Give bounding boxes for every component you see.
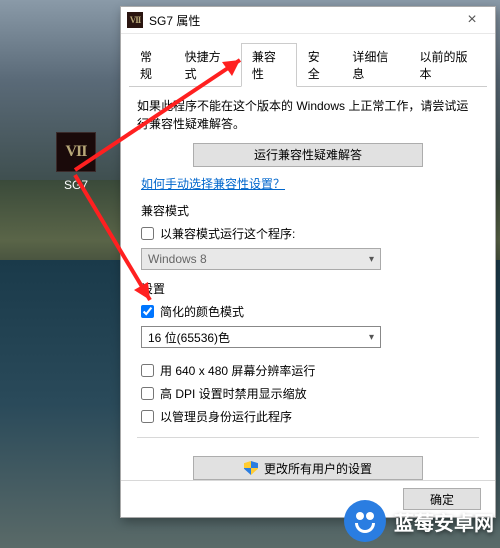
help-link[interactable]: 如何手动选择兼容性设置？: [141, 177, 285, 191]
compat-mode-checkbox-row[interactable]: 以兼容模式运行这个程序:: [141, 225, 479, 242]
run-admin-row[interactable]: 以管理员身份运行此程序: [141, 408, 479, 425]
settings-group: 设置 简化的颜色模式 16 位(65536)色 ▾ 用 640 x 480 屏幕…: [137, 280, 479, 425]
close-button[interactable]: ×: [451, 7, 493, 33]
high-dpi-checkbox[interactable]: [141, 387, 154, 400]
desktop-app-icon[interactable]: VII SG7: [46, 132, 106, 192]
chevron-down-icon: ▾: [369, 332, 374, 343]
color-mode-select[interactable]: 16 位(65536)色 ▾: [141, 326, 381, 348]
title-bar: VII SG7 属性 ×: [121, 7, 495, 34]
run-admin-checkbox[interactable]: [141, 410, 154, 423]
tab-details[interactable]: 详细信息: [341, 43, 408, 87]
run-admin-label: 以管理员身份运行此程序: [160, 408, 292, 425]
tab-general[interactable]: 常规: [129, 43, 174, 87]
compat-mode-checkbox[interactable]: [141, 227, 154, 240]
close-icon: ×: [467, 11, 476, 29]
tab-compatibility[interactable]: 兼容性: [241, 43, 297, 87]
troubleshoot-button[interactable]: 运行兼容性疑难解答: [193, 143, 423, 167]
change-all-users-button[interactable]: 更改所有用户的设置: [193, 456, 423, 480]
compat-mode-select[interactable]: Windows 8 ▾: [141, 248, 381, 270]
tab-security[interactable]: 安全: [297, 43, 342, 87]
desktop-icon-label: SG7: [46, 178, 106, 192]
watermark-logo-icon: [344, 500, 386, 542]
intro-text: 如果此程序不能在这个版本的 Windows 上正常工作，请尝试运行兼容性疑难解答…: [137, 97, 479, 133]
app-icon-image: VII: [56, 132, 96, 172]
dialog-title: SG7 属性: [149, 12, 451, 29]
tabs: 常规 快捷方式 兼容性 安全 详细信息 以前的版本: [129, 42, 487, 87]
reduced-color-label: 简化的颜色模式: [160, 303, 244, 320]
res-640-row[interactable]: 用 640 x 480 屏幕分辨率运行: [141, 362, 479, 379]
res-640-checkbox[interactable]: [141, 364, 154, 377]
settings-title: 设置: [141, 280, 479, 297]
compat-mode-select-value: Windows 8: [148, 252, 207, 266]
chevron-down-icon: ▾: [369, 254, 374, 265]
tab-previous-versions[interactable]: 以前的版本: [409, 43, 488, 87]
res-640-label: 用 640 x 480 屏幕分辨率运行: [160, 362, 315, 379]
tab-shortcut[interactable]: 快捷方式: [174, 43, 241, 87]
high-dpi-row[interactable]: 高 DPI 设置时禁用显示缩放: [141, 385, 479, 402]
reduced-color-row[interactable]: 简化的颜色模式: [141, 303, 479, 320]
watermark-text: 蓝莓安卓网: [394, 507, 494, 536]
reduced-color-checkbox[interactable]: [141, 305, 154, 318]
change-all-users-label: 更改所有用户的设置: [264, 460, 372, 477]
watermark: 蓝莓安卓网: [344, 500, 494, 542]
compat-mode-title: 兼容模式: [141, 202, 479, 219]
high-dpi-label: 高 DPI 设置时禁用显示缩放: [160, 385, 307, 402]
color-mode-select-value: 16 位(65536)色: [148, 329, 230, 346]
shield-icon: [244, 461, 258, 475]
compat-mode-group: 兼容模式 以兼容模式运行这个程序: Windows 8 ▾: [137, 202, 479, 270]
compat-mode-checkbox-label: 以兼容模式运行这个程序:: [160, 225, 295, 242]
title-bar-icon: VII: [127, 12, 143, 28]
properties-dialog: VII SG7 属性 × 常规 快捷方式 兼容性 安全 详细信息 以前的版本 如…: [120, 6, 496, 518]
